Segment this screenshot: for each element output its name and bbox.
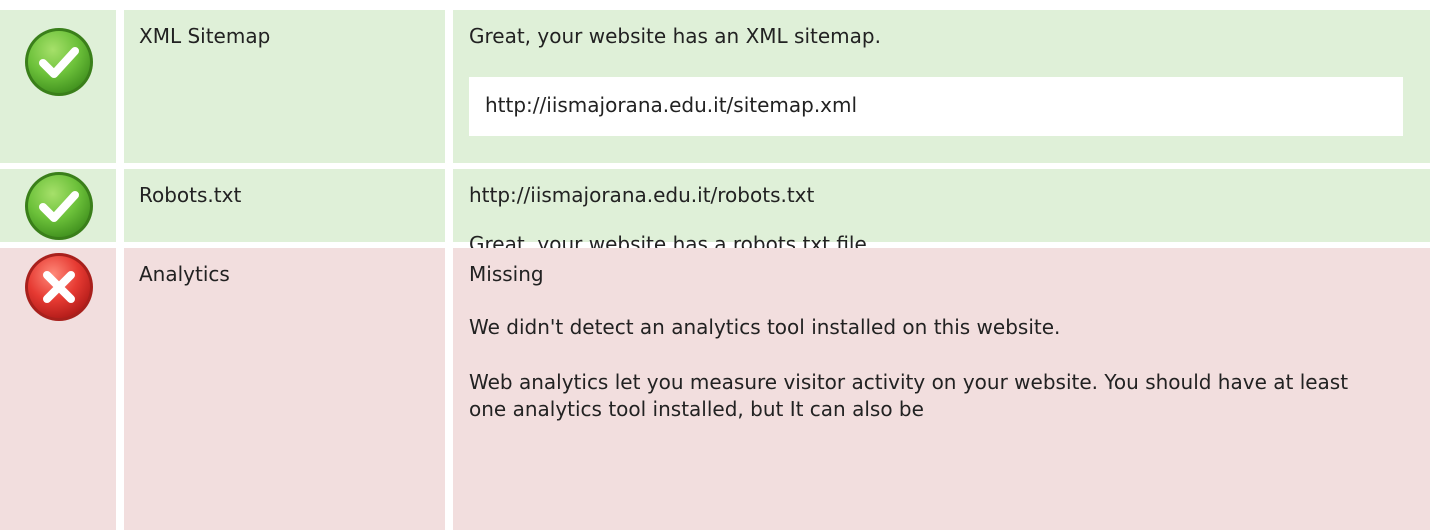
check-result-cell: Missing We didn't detect an analytics to… bbox=[453, 248, 1430, 530]
cross-circle-icon bbox=[25, 253, 93, 321]
check-label-cell: Robots.txt bbox=[124, 169, 445, 242]
seo-report: XML Sitemap Great, your website has an X… bbox=[0, 0, 1430, 530]
check-label-cell: XML Sitemap bbox=[124, 10, 445, 163]
check-result-cell: http://iismajorana.edu.it/robots.txt Gre… bbox=[453, 169, 1430, 256]
check-circle-icon bbox=[25, 28, 93, 96]
status-cell bbox=[0, 248, 116, 530]
check-label-cell: Analytics bbox=[124, 248, 445, 530]
report-row-xml-sitemap: XML Sitemap Great, your website has an X… bbox=[0, 10, 1430, 163]
check-label: XML Sitemap bbox=[139, 24, 271, 48]
sitemap-url[interactable]: http://iismajorana.edu.it/sitemap.xml bbox=[469, 77, 1403, 136]
result-value: Missing bbox=[469, 262, 544, 286]
check-circle-icon bbox=[25, 172, 93, 240]
report-row-analytics: Analytics Missing We didn't detect an an… bbox=[0, 248, 1430, 530]
result-message: We didn't detect an analytics tool insta… bbox=[469, 315, 1061, 339]
robots-url[interactable]: http://iismajorana.edu.it/robots.txt bbox=[469, 183, 1430, 207]
check-result-cell: Great, your website has an XML sitemap. … bbox=[453, 10, 1430, 163]
result-description: Web analytics let you measure visitor ac… bbox=[469, 370, 1349, 421]
check-label: Analytics bbox=[139, 262, 230, 286]
check-label: Robots.txt bbox=[139, 183, 242, 207]
report-row-robots-txt: Robots.txt http://iismajorana.edu.it/rob… bbox=[0, 169, 1430, 256]
status-cell bbox=[0, 10, 116, 163]
result-message: Great, your website has an XML sitemap. bbox=[469, 24, 881, 48]
status-cell bbox=[0, 169, 116, 242]
